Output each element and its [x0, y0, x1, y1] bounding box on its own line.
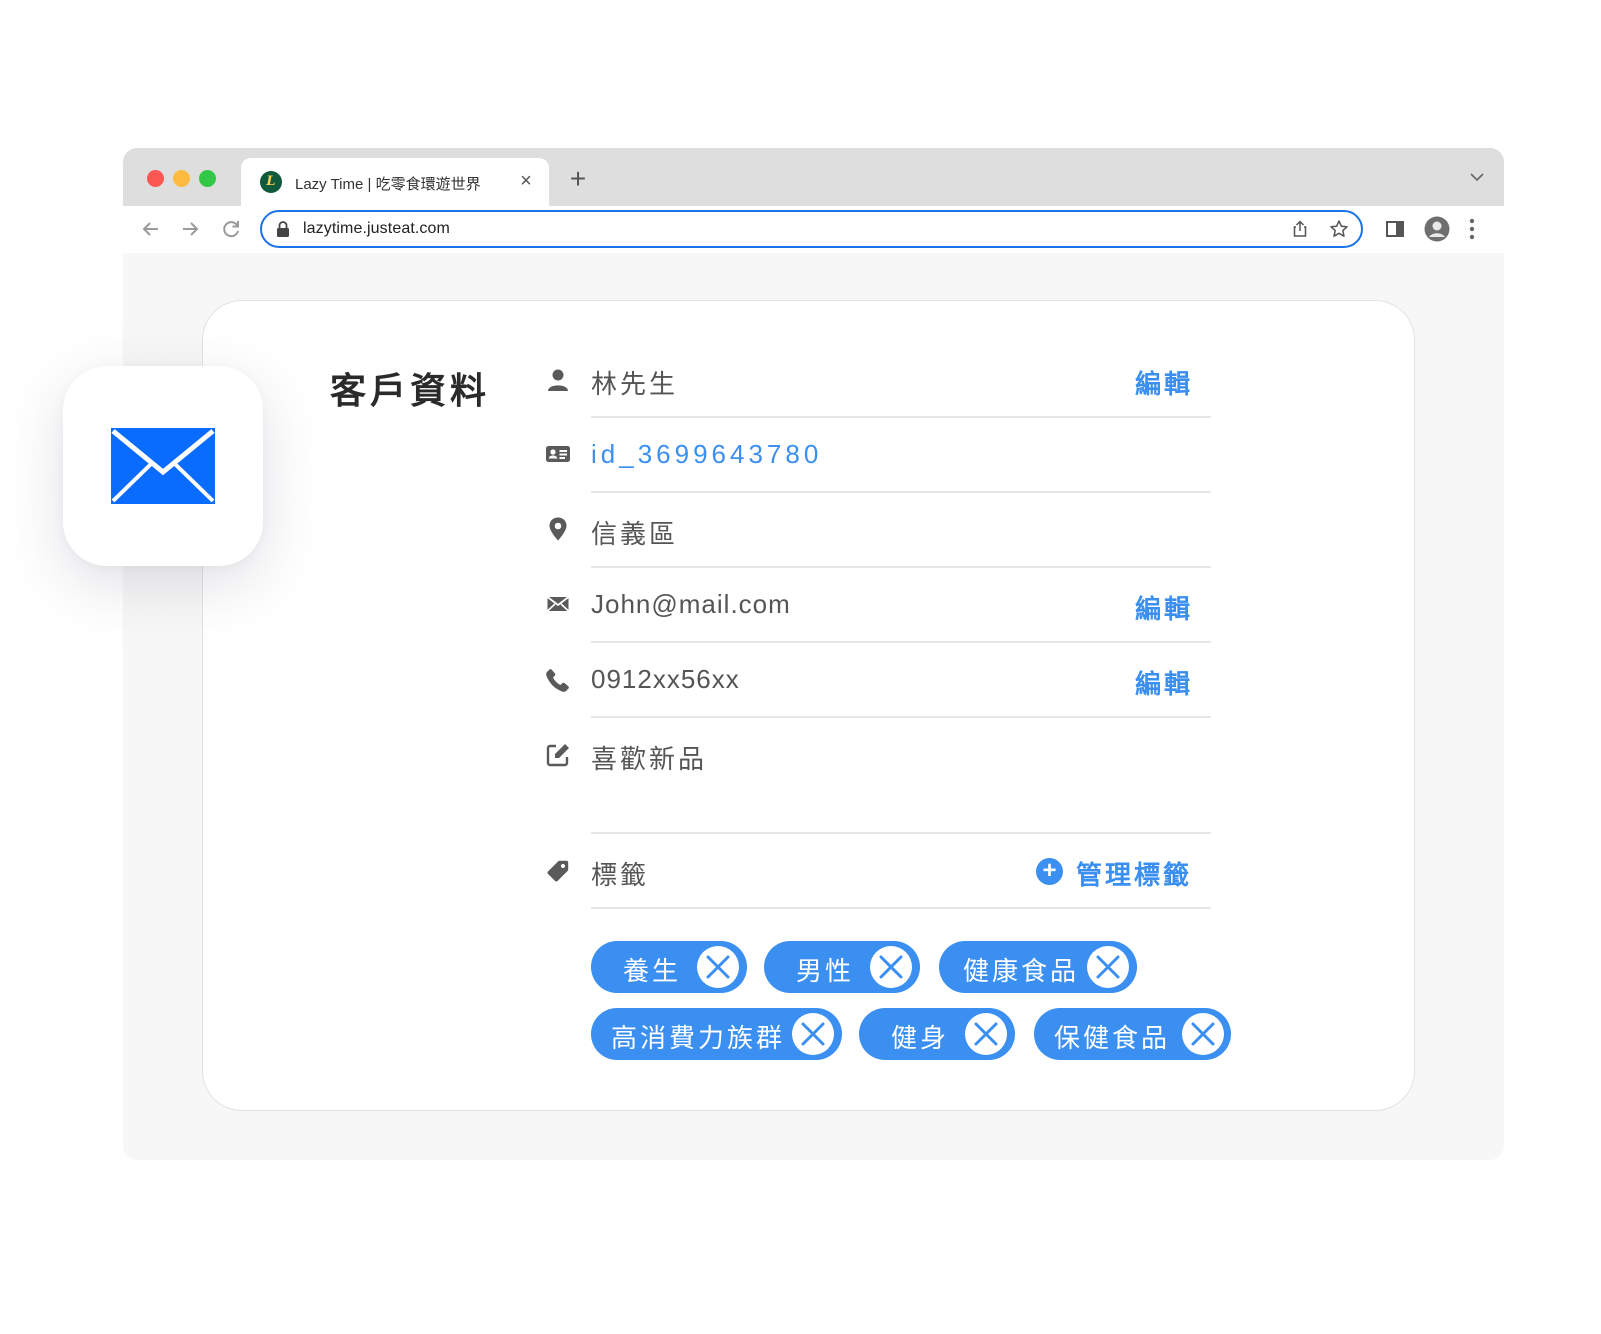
plus-icon[interactable]: +	[565, 165, 591, 193]
tag-chip[interactable]: 健康食品	[939, 941, 1137, 993]
tab-bar: L Lazy Time | 吃零食環遊世界 × +	[123, 148, 1504, 206]
id-card-icon	[545, 441, 571, 467]
share-icon[interactable]	[1291, 220, 1309, 238]
remove-tag-icon[interactable]	[1182, 1013, 1224, 1055]
site-favicon-icon: L	[260, 171, 282, 193]
tab-title: Lazy Time | 吃零食環遊世界	[295, 176, 481, 193]
customer-note: 喜歡新品	[591, 744, 708, 774]
location-pin-icon	[545, 516, 571, 542]
tag-label: 健身	[891, 1023, 950, 1053]
tag-label: 健康食品	[963, 956, 1080, 986]
url-text[interactable]: lazytime.justeat.com	[303, 220, 450, 238]
envelope-icon	[111, 428, 215, 504]
star-icon[interactable]	[1329, 219, 1349, 239]
minimize-window-button[interactable]	[173, 170, 190, 187]
close-icon[interactable]: ×	[515, 170, 537, 192]
tag-chip[interactable]: 健身	[859, 1008, 1015, 1060]
back-arrow-icon[interactable]	[140, 218, 162, 240]
lock-icon[interactable]	[276, 221, 290, 237]
tag-label: 養生	[623, 956, 682, 986]
customer-id: id_3699643780	[591, 439, 823, 469]
tag-chip[interactable]: 保健食品	[1034, 1008, 1231, 1060]
tag-chip[interactable]: 男性	[764, 941, 920, 993]
edit-name-button[interactable]: 編輯	[1135, 364, 1193, 401]
divider	[591, 491, 1211, 493]
remove-tag-icon[interactable]	[1087, 946, 1129, 988]
user-icon	[545, 367, 571, 393]
edit-email-button[interactable]: 編輯	[1135, 589, 1193, 626]
divider	[591, 907, 1211, 909]
forward-arrow-icon[interactable]	[179, 218, 201, 240]
divider	[591, 832, 1211, 834]
customer-phone: 0912xx56xx	[591, 664, 740, 694]
active-tab[interactable]: L Lazy Time | 吃零食環遊世界 ×	[241, 158, 549, 206]
phone-icon	[545, 667, 571, 693]
sidebar-icon[interactable]	[1385, 219, 1405, 239]
tag-label: 高消費力族群	[611, 1023, 786, 1053]
maximize-window-button[interactable]	[199, 170, 216, 187]
tag-chip[interactable]: 養生	[591, 941, 747, 993]
mail-app-icon	[63, 366, 263, 566]
customer-name: 林先生	[591, 369, 679, 399]
tag-label: 保健食品	[1054, 1023, 1171, 1053]
tag-icon	[545, 858, 571, 884]
reload-icon[interactable]	[220, 218, 242, 240]
remove-tag-icon[interactable]	[965, 1013, 1007, 1055]
tag-chip[interactable]: 高消費力族群	[591, 1008, 842, 1060]
remove-tag-icon[interactable]	[697, 946, 739, 988]
tag-label: 男性	[796, 956, 855, 986]
close-window-button[interactable]	[147, 170, 164, 187]
more-icon[interactable]	[1469, 218, 1475, 240]
edit-phone-button[interactable]: 編輯	[1135, 664, 1193, 701]
divider	[591, 566, 1211, 568]
customer-email: John@mail.com	[591, 589, 791, 619]
manage-tags-label: 管理標籤	[1076, 860, 1193, 890]
remove-tag-icon[interactable]	[870, 946, 912, 988]
customer-district: 信義區	[591, 519, 679, 549]
edit-note-icon	[545, 742, 571, 768]
envelope-icon	[545, 591, 571, 617]
page-title: 客戶資料	[330, 370, 491, 411]
browser-toolbar: lazytime.justeat.com	[123, 206, 1504, 253]
profile-icon[interactable]	[1424, 216, 1450, 242]
divider	[591, 716, 1211, 718]
divider	[591, 416, 1211, 418]
remove-tag-icon[interactable]	[792, 1013, 834, 1055]
tags-label: 標籤	[591, 860, 650, 890]
plus-circle-icon: +	[1036, 858, 1063, 885]
divider	[591, 641, 1211, 643]
chevron-down-icon[interactable]	[1468, 168, 1486, 186]
address-bar[interactable]: lazytime.justeat.com	[260, 210, 1363, 248]
